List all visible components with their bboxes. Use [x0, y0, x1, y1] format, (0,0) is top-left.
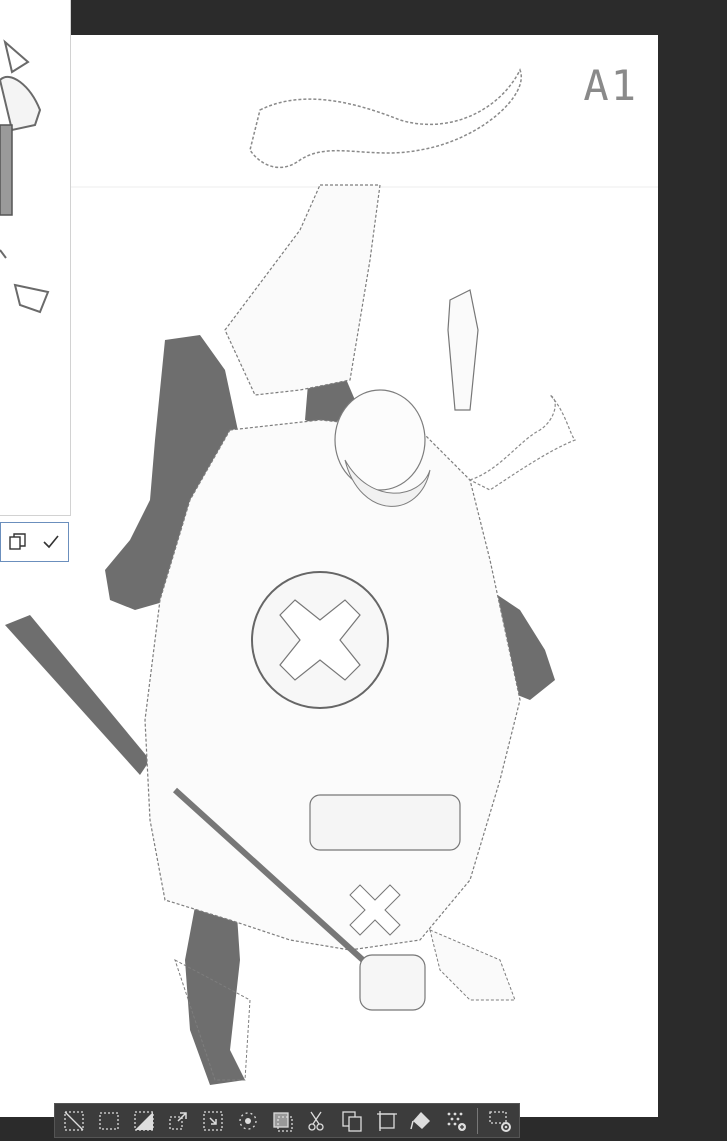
toolbar-separator: [477, 1107, 479, 1134]
select-all-icon: [99, 1111, 119, 1130]
reference-sketch: [0, 39, 50, 314]
fill-button[interactable]: [406, 1105, 437, 1136]
selection-settings-button[interactable]: [484, 1105, 515, 1136]
feather-selection-icon: [239, 1111, 257, 1130]
confirm-button[interactable]: [35, 523, 69, 561]
workspace-background: [658, 0, 727, 1141]
expand-selection-button[interactable]: [163, 1105, 194, 1136]
drawing-canvas[interactable]: A1: [0, 35, 658, 1117]
expand-selection-icon: [169, 1111, 188, 1130]
copy-paste-icon: [342, 1110, 362, 1132]
cut-icon: [308, 1111, 324, 1131]
feather-selection-button[interactable]: [232, 1105, 263, 1136]
selection-toolbar: [54, 1103, 520, 1138]
shrink-selection-button[interactable]: [198, 1105, 229, 1136]
fill-icon: [410, 1111, 431, 1129]
canvas-page-label: A1: [583, 61, 638, 110]
copy-icon: [9, 533, 26, 550]
selection-border-icon: [273, 1111, 294, 1132]
cut-button[interactable]: [302, 1105, 333, 1136]
selection-pattern-button[interactable]: [441, 1105, 472, 1136]
selection-border-button[interactable]: [267, 1105, 298, 1136]
checkmark-icon: [43, 535, 59, 549]
deselect-icon: [64, 1110, 84, 1131]
transform-icon: [376, 1110, 397, 1131]
shrink-selection-icon: [203, 1110, 223, 1131]
reference-panel[interactable]: [0, 0, 71, 516]
invert-selection-button[interactable]: [128, 1105, 159, 1136]
character-sketch: [5, 68, 658, 1085]
transform-confirm-bar: [0, 522, 69, 562]
selection-settings-icon: [488, 1110, 511, 1132]
copy-button[interactable]: [1, 523, 35, 561]
selection-pattern-icon: [447, 1112, 466, 1131]
copy-paste-button[interactable]: [337, 1105, 368, 1136]
invert-selection-icon: [134, 1110, 154, 1131]
select-all-button[interactable]: [94, 1105, 125, 1136]
transform-button[interactable]: [371, 1105, 402, 1136]
deselect-button[interactable]: [59, 1105, 90, 1136]
